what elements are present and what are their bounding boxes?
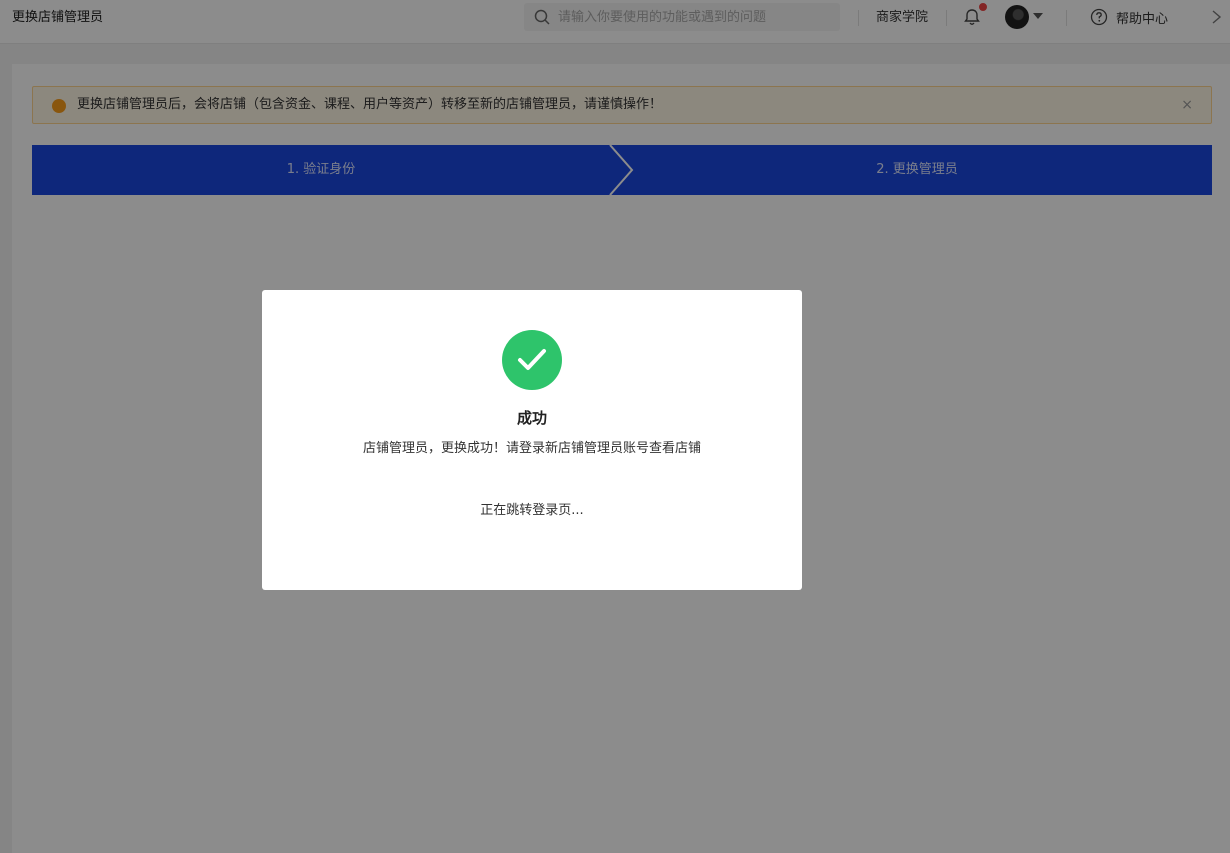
success-dialog: 成功 店铺管理员，更换成功！请登录新店铺管理员账号查看店铺 正在跳转登录页...	[262, 290, 802, 590]
redirect-status: 正在跳转登录页...	[480, 503, 584, 518]
dialog-title: 成功	[516, 409, 547, 427]
dialog-message: 店铺管理员，更换成功！请登录新店铺管理员账号查看店铺	[362, 441, 701, 456]
success-check-icon	[502, 330, 562, 390]
